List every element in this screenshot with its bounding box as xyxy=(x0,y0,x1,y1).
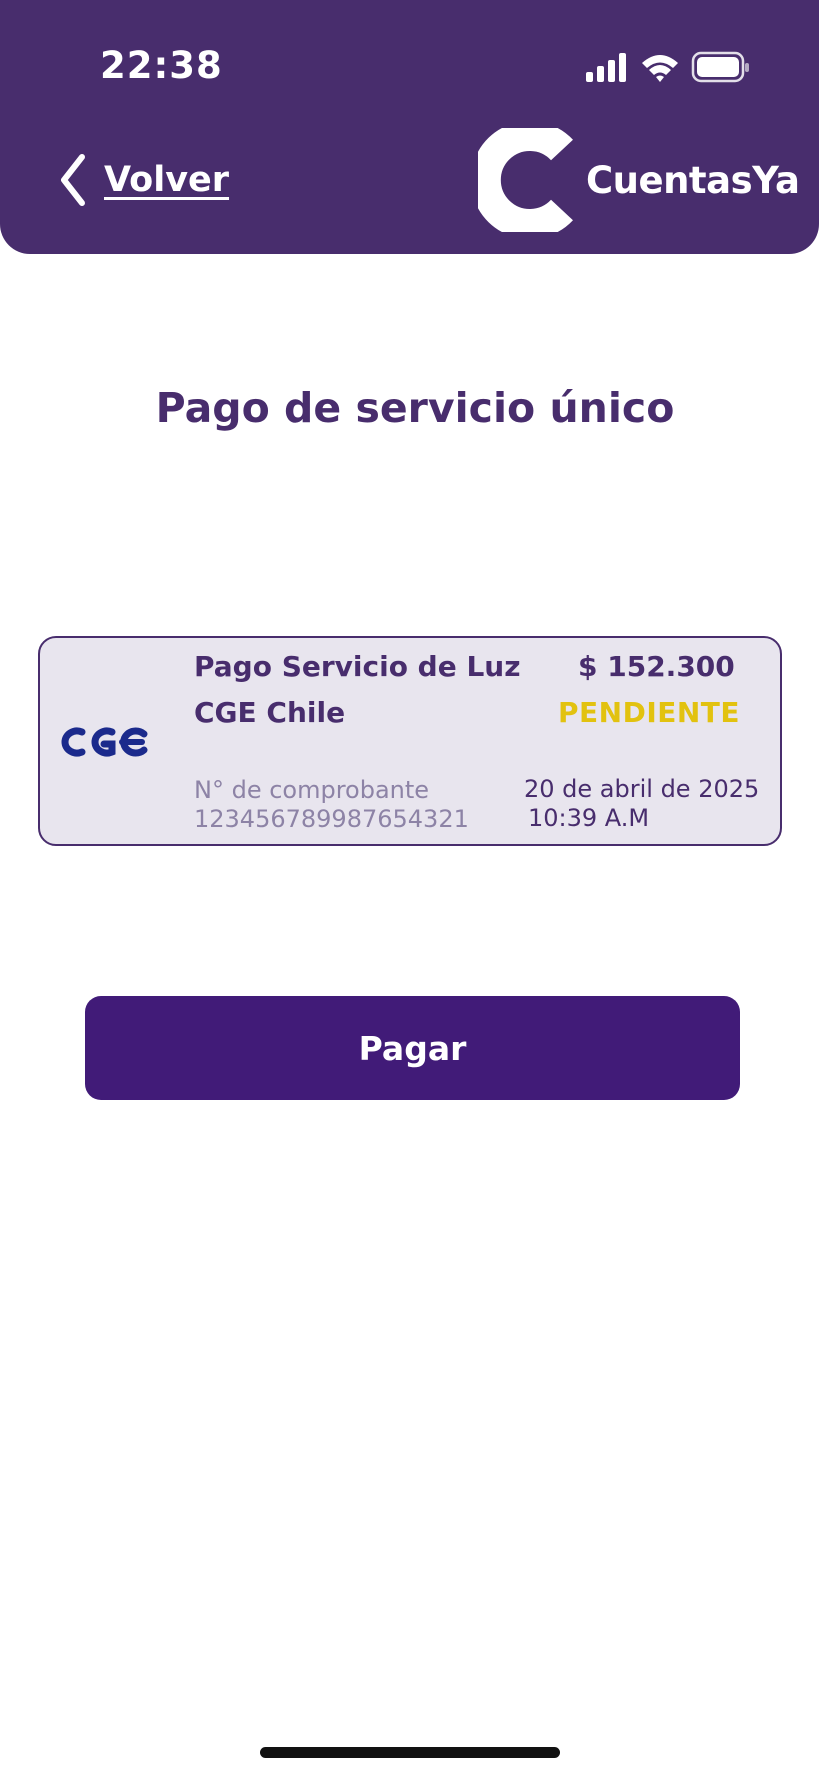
brand-logo: CuentasYa xyxy=(478,128,800,232)
payment-time: 10:39 A.M xyxy=(528,804,650,832)
cge-logo-icon xyxy=(61,727,148,757)
voucher-label: N° de comprobante xyxy=(194,776,430,804)
back-button[interactable]: Volver xyxy=(56,150,229,210)
battery-icon xyxy=(691,51,749,83)
page-title: Pago de servicio único xyxy=(155,384,675,432)
payment-card[interactable]: Pago Servicio de Luz CGE Chile $ 152.300… xyxy=(38,636,782,846)
service-provider: CGE Chile xyxy=(194,696,346,729)
pay-button[interactable]: Pagar xyxy=(85,996,740,1100)
cuentasya-logo-icon xyxy=(478,128,573,232)
payment-amount: $ 152.300 xyxy=(578,650,735,683)
back-button-label: Volver xyxy=(104,160,230,200)
status-bar-time: 22:38 xyxy=(100,44,223,87)
home-indicator[interactable] xyxy=(260,1747,560,1758)
payment-date: 20 de abril de 2025 xyxy=(524,775,760,803)
app-header: 22:38 Volver CuentasYa xyxy=(0,0,819,254)
status-bar-icons xyxy=(586,51,749,83)
service-name: Pago Servicio de Luz xyxy=(194,650,521,683)
brand-name: CuentasYa xyxy=(586,158,800,202)
signal-icon xyxy=(586,53,626,82)
chevron-left-icon xyxy=(61,154,85,206)
wifi-icon xyxy=(642,55,678,82)
status-badge: PENDIENTE xyxy=(558,696,741,729)
voucher-number: 123456789987654321 xyxy=(194,805,469,833)
